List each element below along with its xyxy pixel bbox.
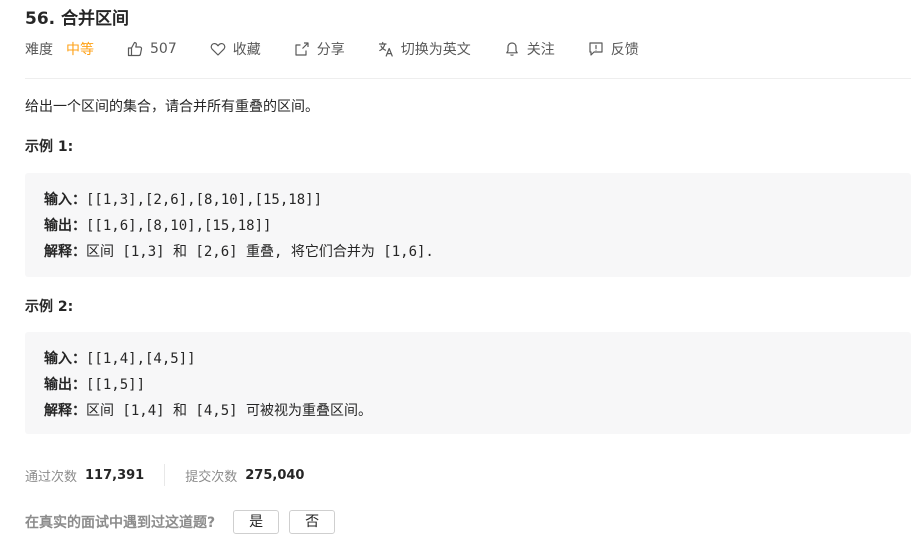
- output-label: 输出：: [44, 377, 86, 393]
- submission-stats: 通过次数 117,391 提交次数 275,040: [25, 464, 304, 486]
- example-2-explanation: 区间 [1,4] 和 [4,5] 可被视为重叠区间。: [86, 403, 373, 419]
- example-1-heading: 示例 1:: [25, 139, 74, 155]
- problem-title: 56. 合并区间: [25, 9, 130, 29]
- accepted-count: 117,391: [85, 467, 145, 483]
- problem-toolbar: 难度 中等 507 收藏 分享 切换为英文 关注 反馈: [25, 38, 639, 60]
- example-2-explain-line: 解释：区间 [1,4] 和 [4,5] 可被视为重叠区间。: [44, 398, 911, 424]
- favorite-label: 收藏: [232, 42, 261, 58]
- translate-icon: [378, 41, 393, 57]
- header-divider: [25, 78, 911, 79]
- favorite-button[interactable]: 收藏: [210, 39, 261, 59]
- like-button[interactable]: 507: [127, 41, 177, 57]
- problem-description: 给出一个区间的集合，请合并所有重叠的区间。: [25, 99, 319, 115]
- example-2-input: [[1,4],[4,5]]: [86, 351, 196, 367]
- input-label: 输入：: [44, 192, 86, 208]
- example-1-output: [[1,6],[8,10],[15,18]]: [86, 218, 272, 234]
- thumbs-up-icon: [127, 41, 143, 57]
- example-1-explanation: 区间 [1,3] 和 [2,6] 重叠, 将它们合并为 [1,6].: [86, 244, 434, 260]
- share-button[interactable]: 分享: [294, 39, 345, 59]
- translate-button[interactable]: 切换为英文: [378, 39, 471, 59]
- yes-button[interactable]: 是: [233, 510, 280, 534]
- interview-question: 在真实的面试中遇到过这道题?: [25, 515, 216, 531]
- accepted-label: 通过次数: [25, 469, 78, 485]
- example-1-input: [[1,3],[2,6],[8,10],[15,18]]: [86, 192, 323, 208]
- example-2-output: [[1,5]]: [86, 377, 146, 393]
- example-2-block: 输入：[[1,4],[4,5]] 输出：[[1,5]] 解释：区间 [1,4] …: [25, 332, 911, 434]
- example-2-input-line: 输入：[[1,4],[4,5]]: [44, 346, 911, 372]
- example-1-output-line: 输出：[[1,6],[8,10],[15,18]]: [44, 213, 911, 239]
- heart-icon: [210, 43, 226, 56]
- share-label: 分享: [316, 42, 345, 58]
- feedback-button[interactable]: 反馈: [588, 39, 639, 59]
- output-label: 输出：: [44, 218, 86, 234]
- stats-divider: [164, 464, 166, 486]
- explain-label: 解释：: [44, 403, 86, 419]
- no-button[interactable]: 否: [289, 510, 336, 534]
- follow-button[interactable]: 关注: [504, 39, 555, 59]
- submitted-count: 275,040: [245, 467, 305, 483]
- translate-label: 切换为英文: [400, 42, 471, 58]
- difficulty-label: 难度: [25, 42, 53, 58]
- feedback-label: 反馈: [610, 42, 639, 58]
- interview-survey: 在真实的面试中遇到过这道题? 是 否: [25, 510, 345, 534]
- example-1-block: 输入：[[1,3],[2,6],[8,10],[15,18]] 输出：[[1,6…: [25, 173, 911, 277]
- feedback-icon: [589, 42, 603, 56]
- follow-label: 关注: [526, 42, 555, 58]
- bell-icon: [505, 42, 518, 56]
- example-2-heading: 示例 2:: [25, 299, 74, 315]
- example-1-input-line: 输入：[[1,3],[2,6],[8,10],[15,18]]: [44, 187, 911, 213]
- example-1-explain-line: 解释：区间 [1,3] 和 [2,6] 重叠, 将它们合并为 [1,6].: [44, 239, 911, 265]
- input-label: 输入：: [44, 351, 86, 367]
- submitted-label: 提交次数: [185, 469, 238, 485]
- difficulty-badge: 中等: [66, 42, 94, 58]
- explain-label: 解释：: [44, 244, 86, 260]
- like-count: 507: [150, 41, 177, 57]
- share-icon: [295, 42, 309, 56]
- example-2-output-line: 输出：[[1,5]]: [44, 372, 911, 398]
- problem-page: 56. 合并区间 难度 中等 507 收藏 分享 切换为英文 关注 反馈 给出一…: [0, 0, 911, 546]
